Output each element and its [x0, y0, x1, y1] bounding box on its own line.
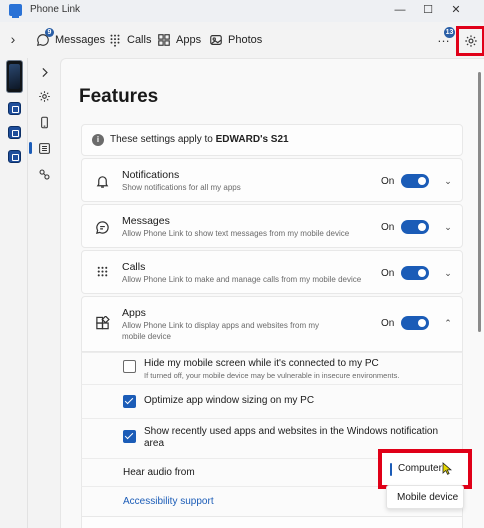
option-label: Show recently used apps and websites in …	[144, 426, 439, 449]
dialpad-icon	[97, 266, 108, 277]
feature-messages[interactable]: Messages Allow Phone Link to show text m…	[81, 204, 463, 248]
option-optimize-window[interactable]: Optimize app window sizing on my PC	[81, 384, 463, 418]
device-name: EDWARD's S21	[215, 134, 289, 145]
phone-icon	[40, 116, 48, 128]
minimize-button[interactable]: —	[386, 1, 414, 19]
device-app-3[interactable]	[8, 150, 21, 163]
messages-toggle[interactable]	[401, 220, 429, 234]
feature-title: Calls	[122, 261, 146, 273]
page-title: Features	[79, 86, 159, 107]
option-label: Optimize app window sizing on my PC	[144, 395, 315, 406]
feature-notifications[interactable]: Notifications Show notifications for all…	[81, 158, 463, 202]
rail-item-general[interactable]	[34, 86, 54, 106]
recent-apps-checkbox[interactable]	[123, 430, 136, 443]
rail-active-indicator	[29, 142, 32, 154]
selected-indicator	[390, 463, 392, 476]
link-icon	[39, 169, 49, 179]
toggle-state-label: On	[381, 268, 395, 279]
photos-icon	[210, 35, 222, 45]
dropdown-option-computer[interactable]: Computer	[398, 463, 442, 474]
device-app-1[interactable]	[8, 102, 21, 115]
accessibility-support-link[interactable]: Accessibility support	[123, 496, 214, 507]
phone-preview[interactable]	[6, 60, 23, 93]
feature-calls[interactable]: Calls Allow Phone Link to make and manag…	[81, 250, 463, 294]
tab-apps[interactable]: Apps	[157, 31, 201, 49]
option-hide-screen[interactable]: Hide my mobile screen while it's connect…	[81, 352, 463, 384]
rail-item-devices[interactable]	[34, 112, 54, 132]
bell-icon	[96, 176, 109, 188]
list-icon	[38, 142, 50, 154]
feature-description: Allow Phone Link to make and manage call…	[122, 275, 362, 284]
dialpad-icon	[110, 34, 120, 47]
window-title: Phone Link	[30, 4, 81, 15]
title-bar: Phone Link — ☐ ✕	[0, 0, 484, 22]
rail-item-features[interactable]	[34, 138, 54, 158]
feature-apps[interactable]: Apps Allow Phone Link to display apps an…	[81, 296, 463, 352]
tab-calls[interactable]: Calls	[108, 31, 151, 49]
feature-title: Messages	[122, 215, 170, 227]
hide-screen-checkbox[interactable]	[123, 360, 136, 373]
toggle-state-label: On	[381, 222, 395, 233]
feature-title: Apps	[122, 307, 146, 319]
notifications-toggle[interactable]	[401, 174, 429, 188]
info-text: These settings apply to EDWARD's S21	[110, 134, 289, 145]
tab-photos[interactable]: Photos	[209, 31, 262, 49]
mouse-cursor-icon	[442, 462, 452, 475]
option-label: Hide my mobile screen while it's connect…	[144, 358, 379, 369]
gear-icon	[38, 90, 50, 102]
scrollbar[interactable]	[478, 72, 481, 332]
optimize-window-checkbox[interactable]	[123, 395, 136, 408]
maximize-button[interactable]: ☐	[414, 1, 442, 19]
feature-description: Show notifications for all my apps	[122, 183, 241, 192]
next-card	[81, 516, 463, 528]
settings-rail	[28, 58, 60, 528]
top-navigation: › Messages 9 Calls Apps Photos … 13	[0, 22, 484, 58]
tab-calls-label: Calls	[127, 34, 152, 46]
apps-icon	[96, 316, 110, 330]
feature-title: Notifications	[122, 169, 180, 181]
close-button[interactable]: ✕	[442, 1, 470, 19]
chevron-down-icon[interactable]: ⌄	[443, 222, 453, 232]
device-app-2[interactable]	[8, 126, 21, 139]
feature-description: Allow Phone Link to show text messages f…	[122, 229, 350, 238]
expand-sidebar-button[interactable]: ›	[6, 31, 20, 47]
option-description: If turned off, your mobile device may be…	[144, 371, 400, 380]
info-icon: i	[92, 134, 104, 146]
settings-button[interactable]	[456, 26, 484, 56]
notifications-badge: 13	[444, 27, 455, 38]
rail-item-accessibility[interactable]	[34, 164, 54, 184]
device-strip	[0, 58, 28, 528]
tab-apps-label: Apps	[176, 34, 202, 46]
messages-badge: 9	[45, 28, 54, 37]
chevron-down-icon[interactable]: ⌄	[443, 268, 453, 278]
tab-photos-label: Photos	[228, 34, 263, 46]
chevron-up-icon[interactable]: ⌃	[443, 318, 453, 328]
tab-messages-label: Messages	[55, 34, 106, 46]
gear-icon	[464, 35, 477, 47]
dropdown-option-mobile-wrapper[interactable]: Mobile device	[386, 485, 464, 509]
chat-icon	[96, 221, 109, 234]
toggle-state-label: On	[381, 176, 395, 187]
toggle-state-label: On	[381, 318, 395, 329]
feature-description: Allow Phone Link to display apps and web…	[122, 321, 319, 341]
rail-item-expand[interactable]	[34, 62, 54, 82]
chevron-down-icon[interactable]: ⌄	[443, 176, 453, 186]
calls-toggle[interactable]	[401, 266, 429, 280]
apps-grid-icon	[158, 34, 170, 46]
info-banner: i These settings apply to EDWARD's S21	[81, 124, 463, 156]
audio-source-dropdown[interactable]: Computer	[378, 449, 472, 489]
apps-toggle[interactable]	[401, 316, 429, 330]
dropdown-option-mobile-device[interactable]: Mobile device	[397, 492, 458, 503]
chevron-right-icon	[41, 67, 48, 77]
phone-link-app-icon	[9, 4, 22, 18]
